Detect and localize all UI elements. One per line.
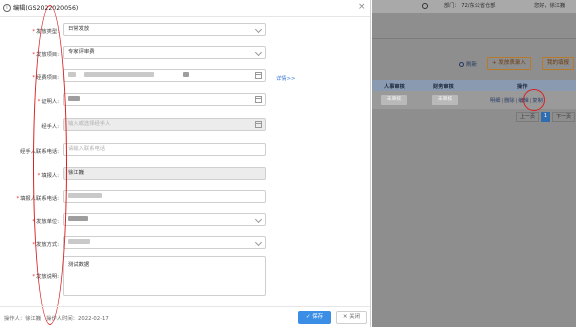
detail-link[interactable]: 明细 xyxy=(490,98,500,104)
chevron-down-icon xyxy=(254,48,263,57)
issue-note-textarea[interactable]: 测试数据 xyxy=(63,256,266,296)
my-reports-button[interactable]: 我的填报 xyxy=(542,57,575,70)
detail-link-funding[interactable]: 详情>> xyxy=(276,74,295,82)
label-funding-project: *经费项目: xyxy=(32,75,59,81)
finance-status-badge: 未审核 xyxy=(432,95,458,105)
witness-field[interactable] xyxy=(63,93,266,106)
label-witness: *证明人: xyxy=(37,99,59,105)
close-button[interactable]: ✕ 关闭 xyxy=(336,311,367,324)
dept-text: 部门： 72/东公省仓部 xyxy=(444,3,496,9)
prev-page-button[interactable]: 上一页 xyxy=(516,112,539,122)
issue-method-select[interactable] xyxy=(63,236,266,249)
issue-item-select[interactable]: 专家评审费 xyxy=(63,46,266,59)
col-finance-review: 财务审核 xyxy=(433,84,454,90)
table-row: 未审核 未审核 明细|删除|编辑|复制 xyxy=(372,91,576,109)
annotation-circle xyxy=(523,89,545,111)
calendar-icon[interactable] xyxy=(255,121,262,128)
funding-project-field[interactable] xyxy=(63,69,266,82)
calendar-icon[interactable] xyxy=(255,72,262,79)
modal-title: 编辑(GS2022020056) xyxy=(13,5,79,12)
calendar-icon[interactable] xyxy=(255,96,262,103)
delete-link[interactable]: 删除 xyxy=(504,98,514,104)
col-ops: 操作 xyxy=(517,84,528,90)
bell-icon[interactable] xyxy=(422,3,428,9)
top-bar: 部门： 72/东公省仓部 您好，徐江巍 xyxy=(372,0,576,13)
issue-type-select[interactable]: 日常发放 xyxy=(63,23,266,36)
label-handler: 经手人: xyxy=(41,124,59,130)
greeting-text: 您好，徐江巍 xyxy=(534,3,566,9)
reporter-phone-input[interactable] xyxy=(63,190,266,203)
label-issue-note: *发放说明: xyxy=(32,274,59,280)
table-header: 人事审核 财务审核 操作 xyxy=(372,80,576,91)
chevron-down-icon xyxy=(254,215,263,224)
save-button[interactable]: ✓ 保存 xyxy=(298,311,331,324)
next-page-button[interactable]: 下一页 xyxy=(552,112,575,122)
label-issue-type: *发放类型: xyxy=(32,29,59,35)
refresh-icon xyxy=(459,62,464,67)
add-record-button[interactable]: + 发放表录入 xyxy=(487,57,531,70)
label-reporter: *填报人: xyxy=(37,173,59,179)
label-handler-phone: 经手人联系电话: xyxy=(20,149,59,155)
close-icon[interactable]: × xyxy=(358,2,366,12)
info-icon: i xyxy=(3,4,11,12)
operator-info: 操作人：徐江巍 操作人时间：2022-02-17 xyxy=(4,316,109,322)
label-issue-method: *发放方式: xyxy=(32,242,59,248)
modal-footer: 操作人：徐江巍 操作人时间：2022-02-17 ✓ 保存 ✕ 关闭 xyxy=(0,306,370,328)
handler-phone-input[interactable]: 请输入联系电话 xyxy=(63,143,266,156)
issue-unit-select[interactable] xyxy=(63,213,266,226)
col-hr-review: 人事审核 xyxy=(384,84,405,90)
background-page: 部门： 72/东公省仓部 您好，徐江巍 刷新 + 发放表录入 我的填报 人事审核… xyxy=(372,0,576,327)
page-1-button[interactable]: 1 xyxy=(541,112,550,122)
label-issue-item: *发放项目: xyxy=(32,52,59,58)
chevron-down-icon xyxy=(254,25,263,34)
handler-field[interactable]: 输入或选择经手人 xyxy=(63,118,266,131)
divider xyxy=(372,38,576,39)
label-issue-unit: *发放单位: xyxy=(32,219,59,225)
modal-header: i 编辑(GS2022020056) × xyxy=(0,0,370,17)
reporter-field: 徐江巍 xyxy=(63,167,266,180)
chevron-down-icon xyxy=(254,238,263,247)
refresh-button[interactable]: 刷新 xyxy=(459,60,477,68)
hr-status-badge: 未审核 xyxy=(381,95,407,105)
label-reporter-phone: *填报人联系电话: xyxy=(16,196,59,202)
edit-modal: i 编辑(GS2022020056) × *发放类型: 日常发放 *发放项目: … xyxy=(0,0,371,327)
